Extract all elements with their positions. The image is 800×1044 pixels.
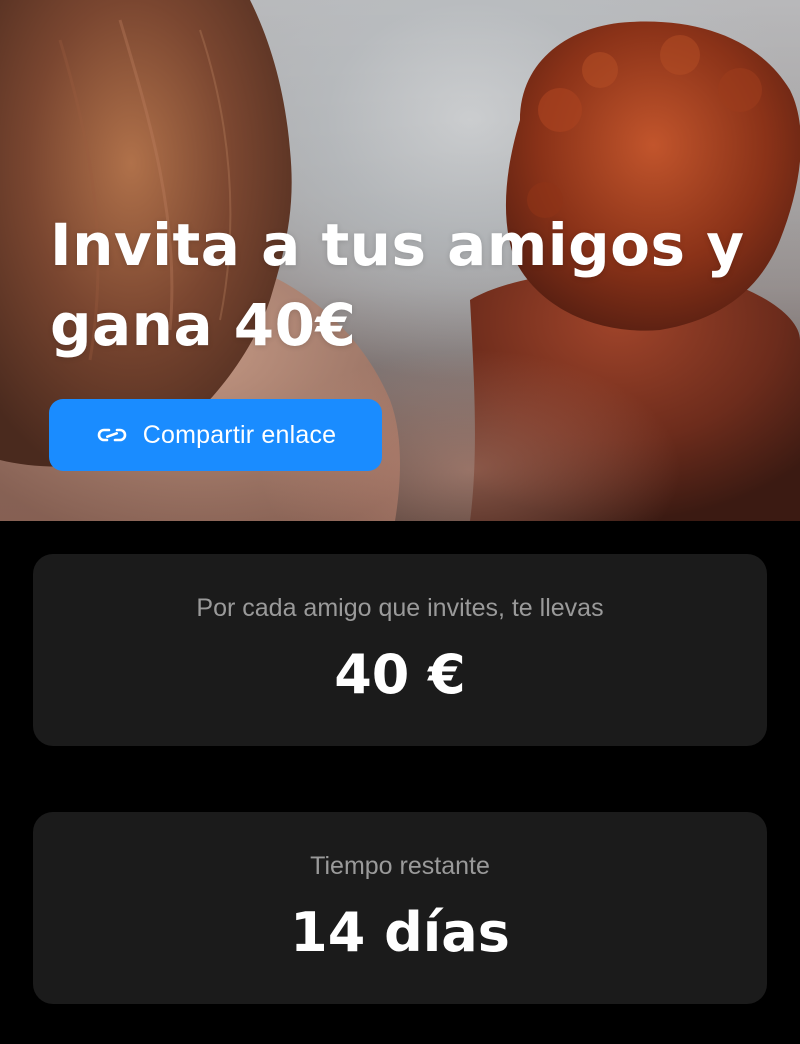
referral-page: Invita a tus amigos y gana 40€ Compartir … [0, 0, 800, 1044]
link-icon [95, 423, 129, 447]
hero-banner: Invita a tus amigos y gana 40€ Compartir … [0, 0, 800, 521]
share-link-label: Compartir enlace [142, 420, 337, 449]
share-link-button[interactable]: Compartir enlace [49, 399, 382, 471]
time-remaining-label: Tiempo restante [310, 852, 490, 880]
hero-title-line-1: Invita a tus amigos y [50, 211, 745, 279]
hero-title: Invita a tus amigos y gana 40€ [50, 205, 770, 365]
hero-title-line-2: gana 40€ [50, 291, 357, 359]
reward-value: 40 € [334, 643, 466, 706]
reward-label: Por cada amigo que invites, te llevas [196, 594, 604, 622]
time-remaining-card: Tiempo restante 14 días [33, 812, 767, 1004]
time-remaining-value: 14 días [290, 901, 510, 964]
reward-card: Por cada amigo que invites, te llevas 40… [33, 554, 767, 746]
